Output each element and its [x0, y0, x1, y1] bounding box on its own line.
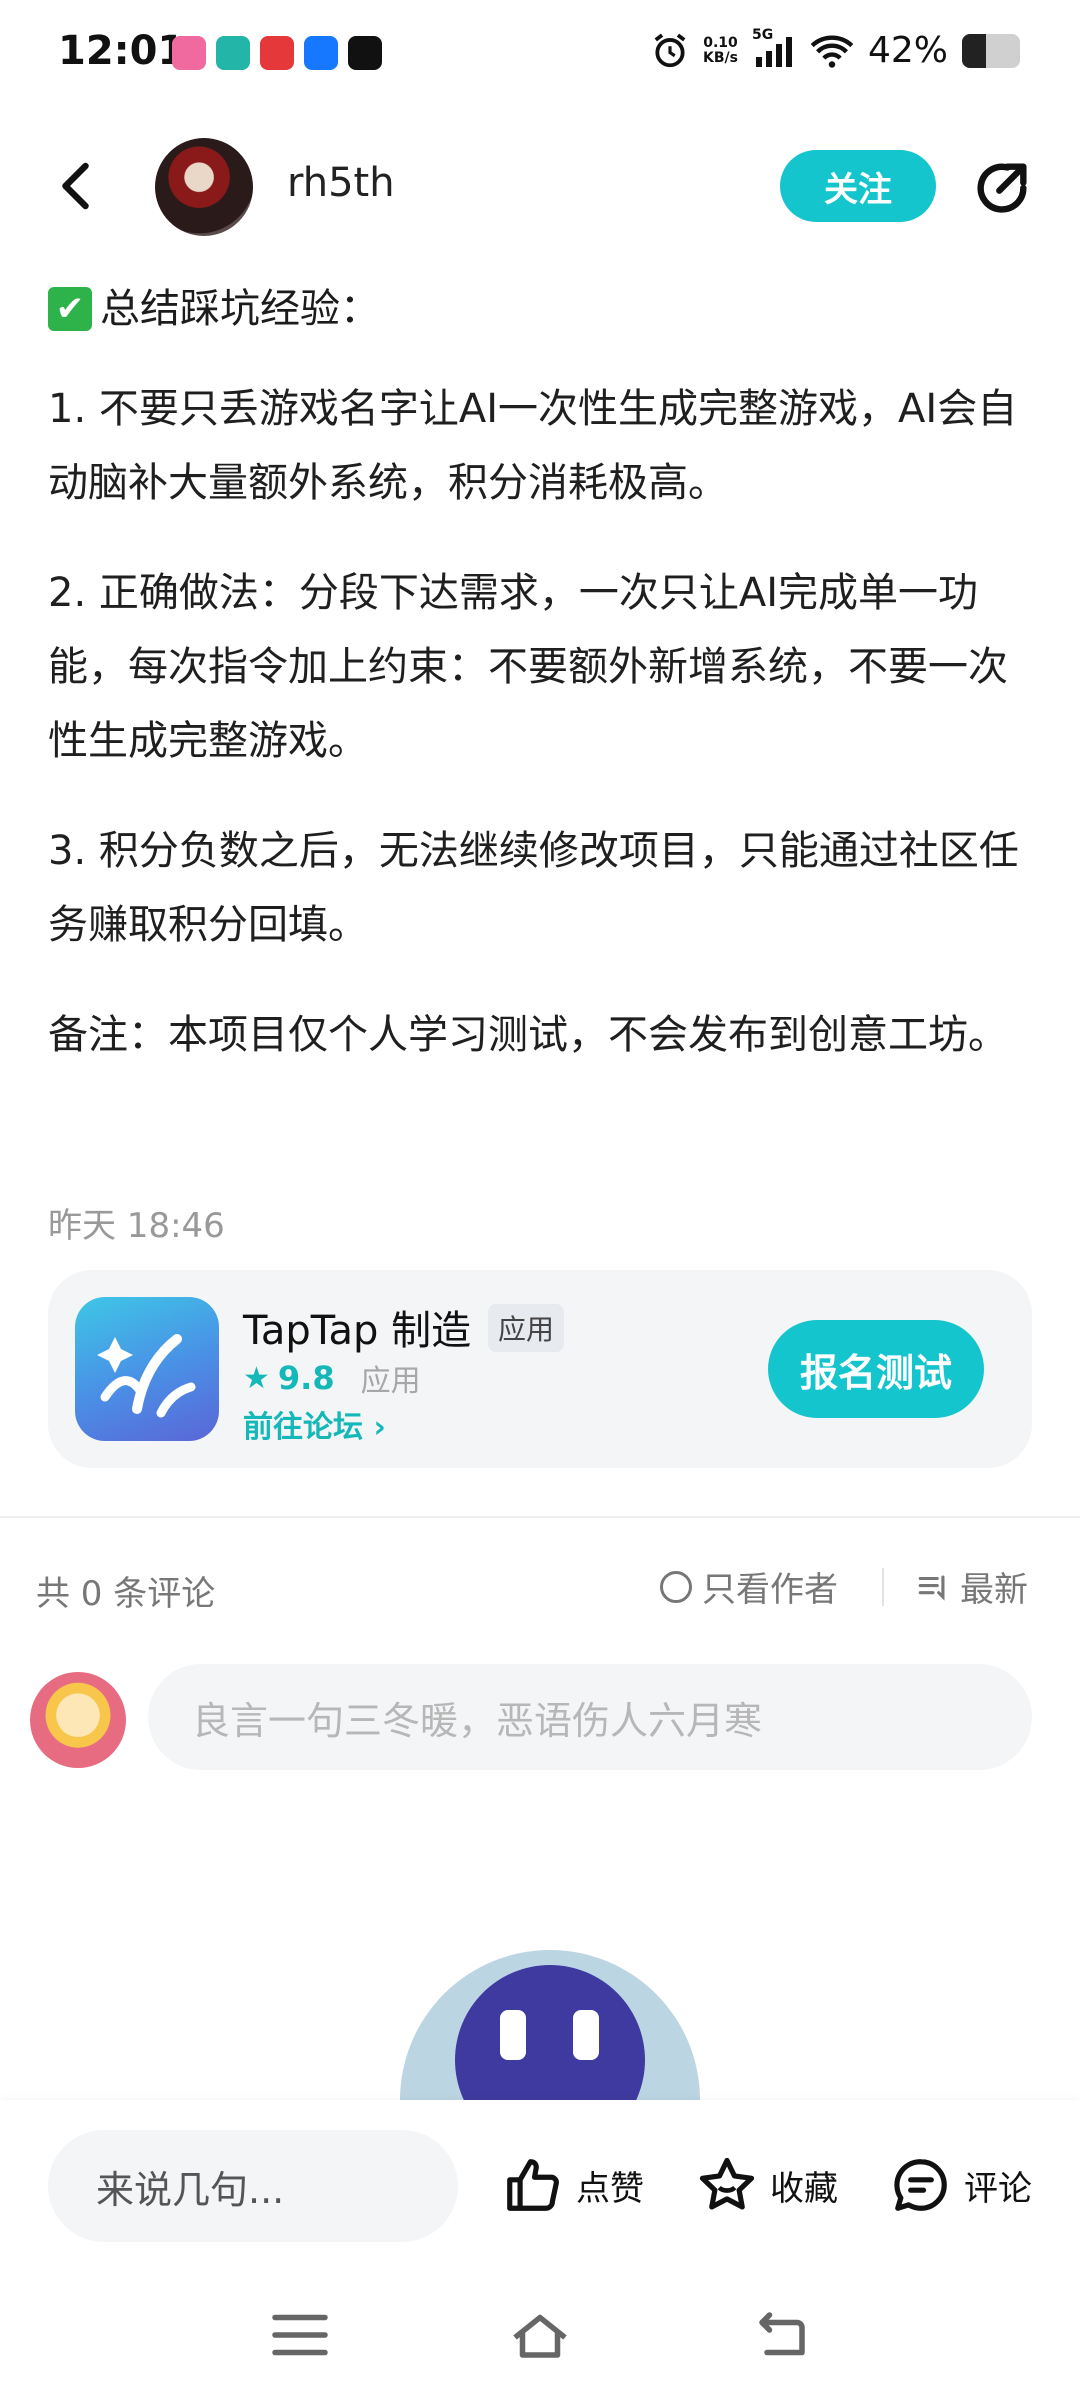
network-type: 5G — [751, 26, 774, 43]
my-avatar — [30, 1672, 126, 1768]
sort-icon[interactable] — [916, 1570, 950, 1604]
collect-button[interactable]: 收藏 — [696, 2154, 838, 2216]
radio-icon[interactable] — [660, 1570, 692, 1603]
post-body: ✔ 总结踩坑经验： 1. 不要只丢游戏名字让AI一次性生成完整游戏，AI会自动脑… — [48, 276, 1038, 1108]
post-heading-text: 总结踩坑经验： — [100, 286, 380, 332]
sort-label[interactable]: 最新 — [960, 1562, 1028, 1611]
alipay-icon — [304, 36, 338, 70]
signup-test-button[interactable]: 报名测试 — [768, 1320, 984, 1418]
battery-icon — [962, 33, 1020, 68]
thumbs-up-icon[interactable] — [502, 2154, 564, 2216]
status-bar: 12:01 0.10 KB/s 5G 42% — [0, 0, 1080, 110]
mascot-right-eye — [573, 2010, 599, 2060]
say-something-input[interactable]: 来说几句... — [48, 2130, 458, 2242]
comment-button[interactable]: 评论 — [890, 2154, 1032, 2216]
post-timestamp: 昨天 18:46 — [48, 1206, 225, 1246]
battery-fill — [962, 33, 987, 68]
comment-label[interactable]: 评论 — [964, 2161, 1032, 2210]
app-rating-type: 应用 — [360, 1364, 421, 1399]
back-arrow-icon[interactable] — [48, 156, 108, 216]
post-paragraph-1: 1. 不要只丢游戏名字让AI一次性生成完整游戏，AI会自动脑补大量额外系统，积分… — [48, 386, 1018, 506]
mascot-left-eye — [500, 2010, 526, 2060]
author-avatar[interactable] — [155, 138, 253, 236]
comment-count: 共 0 条评论 — [36, 1574, 216, 1614]
follow-button[interactable]: 关注 — [780, 150, 936, 222]
status-app-icons — [172, 36, 382, 70]
boss-zhipin-icon — [216, 36, 250, 70]
star-outline-icon[interactable] — [696, 2154, 758, 2216]
post-paragraph-2: 2. 正确做法：分段下达需求，一次只让AI完成单一功能，每次指令加上约束：不要额… — [48, 570, 1008, 764]
comment-bubble-icon[interactable] — [890, 2154, 952, 2216]
post-paragraph-3: 3. 积分负数之后，无法继续修改项目，只能通过社区任务赚取积分回填。 — [48, 828, 1019, 948]
like-label[interactable]: 点赞 — [576, 2161, 644, 2210]
bottom-action-bar: 来说几句... 点赞 收藏 评论 — [0, 2100, 1080, 2270]
only-author-label[interactable]: 只看作者 — [702, 1562, 838, 1611]
menu-icon[interactable] — [270, 2310, 330, 2360]
app-rating: ★ 9.8 应用 — [243, 1356, 421, 1400]
status-right: 0.10 KB/s 5G 42% — [651, 27, 1020, 71]
author-username[interactable]: rh5th — [287, 160, 395, 206]
wifi-icon — [810, 35, 854, 68]
net-speed: 0.10 KB/s — [703, 34, 738, 66]
signal-icon: 5G — [752, 27, 796, 69]
alarm-icon — [654, 33, 686, 67]
app-name[interactable]: TapTap 制造 — [243, 1298, 471, 1356]
app-category-badge: 应用 — [488, 1304, 565, 1352]
back-icon[interactable] — [752, 2310, 812, 2360]
like-button[interactable]: 点赞 — [502, 2154, 644, 2216]
net-speed-value: 0.10 — [703, 34, 738, 51]
go-to-forum-link[interactable]: 前往论坛 › — [243, 1402, 386, 1446]
system-navigation-bar — [0, 2270, 1080, 2400]
home-icon[interactable] — [510, 2310, 570, 2360]
section-divider — [0, 1516, 1080, 1518]
check-mark-icon: ✔ — [48, 287, 92, 331]
star-icon: ★ — [243, 1360, 270, 1396]
net-speed-unit: KB/s — [703, 49, 738, 66]
collect-label[interactable]: 收藏 — [770, 2161, 838, 2210]
post-paragraph-4: 备注：本项目仅个人学习测试，不会发布到创意工坊。 — [48, 1012, 1008, 1058]
header-separator — [882, 1568, 884, 1606]
share-icon[interactable] — [970, 156, 1034, 220]
comment-input[interactable]: 良言一句三冬暖，恶语伤人六月寒 — [148, 1664, 1032, 1770]
taptap-maker-app-icon[interactable] — [75, 1297, 219, 1441]
app-card[interactable]: TapTap 制造 应用 ★ 9.8 应用 前往论坛 › 报名测试 — [48, 1270, 1032, 1468]
tiktok-icon — [348, 36, 382, 70]
post-header: rh5th 关注 — [0, 120, 1080, 250]
qidian-icon — [260, 36, 294, 70]
battery-text: 42% — [867, 30, 948, 71]
app-rating-value: 9.8 — [277, 1359, 335, 1397]
sort-toggle[interactable]: 最新 — [916, 1562, 1028, 1611]
post-heading: ✔ 总结踩坑经验： — [48, 276, 1038, 342]
only-author-toggle[interactable]: 只看作者 — [660, 1562, 838, 1611]
lala-icon — [172, 36, 206, 70]
status-time: 12:01 — [58, 28, 186, 74]
